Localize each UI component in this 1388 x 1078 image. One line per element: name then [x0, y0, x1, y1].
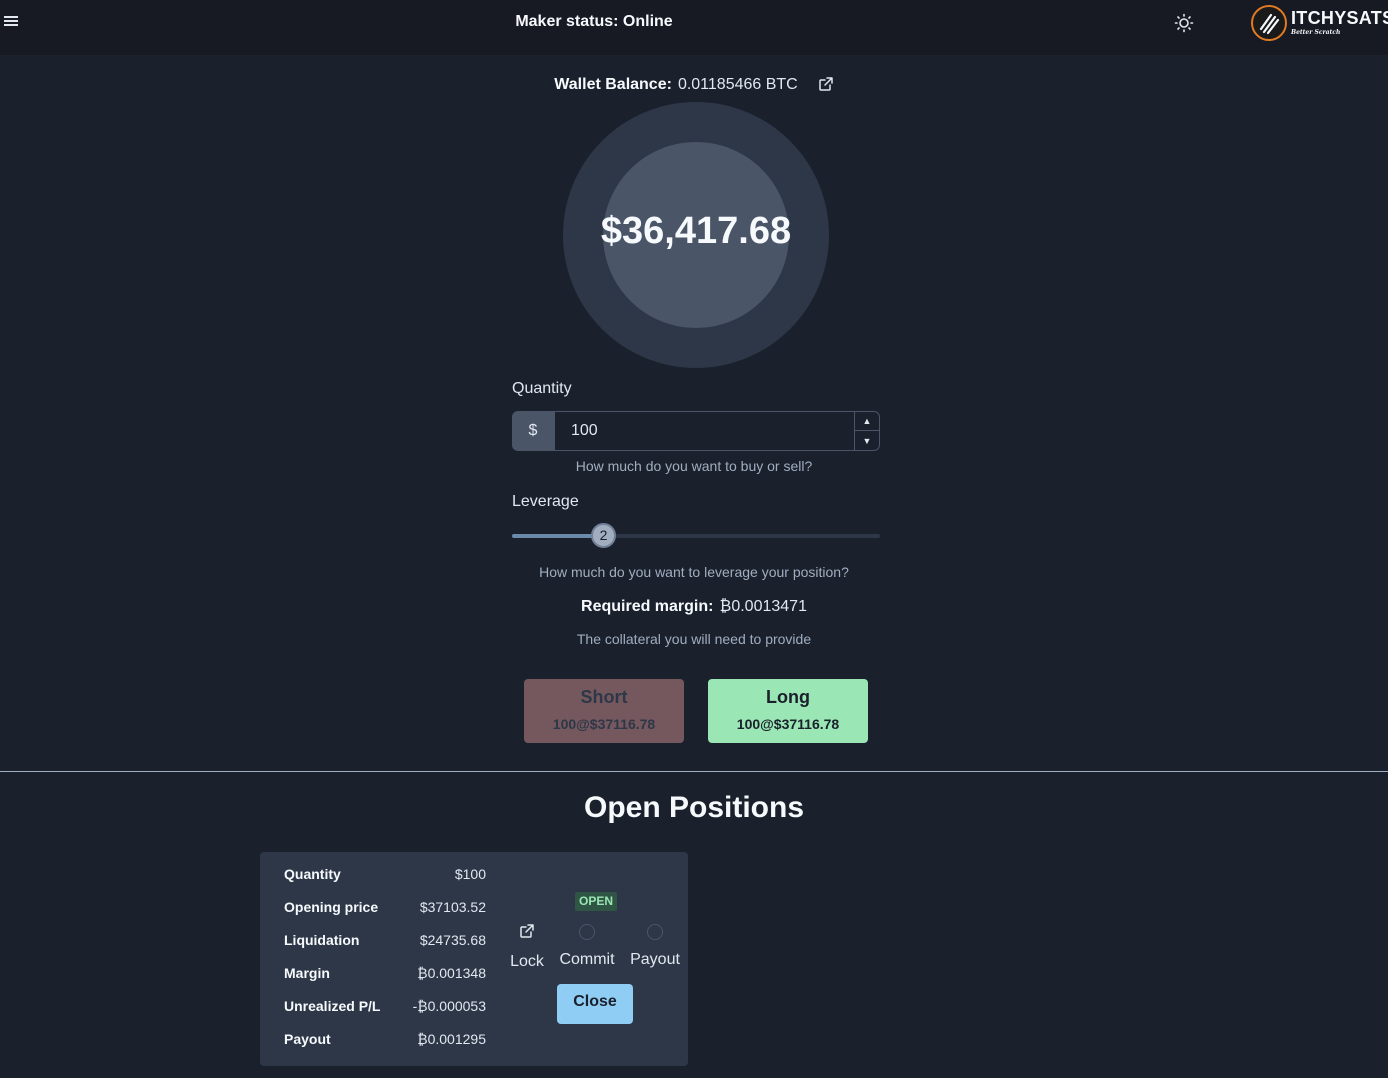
position-row-value: ₿0.001348: [417, 965, 486, 981]
section-divider: [0, 771, 1388, 772]
leverage-label: Leverage: [512, 493, 579, 510]
maker-status: Maker status: Online: [515, 13, 673, 30]
price-display: $36,417.68: [563, 102, 829, 368]
quantity-help: How much do you want to buy or sell?: [575, 458, 813, 474]
long-button-price: 100@$37116.78: [736, 716, 840, 732]
leverage-help: How much do you want to leverage your po…: [539, 564, 849, 580]
position-row-value: $37103.52: [419, 899, 486, 915]
leverage-slider-thumb[interactable]: 2: [591, 523, 616, 548]
required-margin-label: Required margin:: [581, 598, 714, 615]
leverage-slider[interactable]: [512, 534, 880, 538]
margin-help: The collateral you will need to provide: [576, 631, 812, 647]
sun-icon[interactable]: [1174, 13, 1194, 33]
position-row-value: $24735.68: [419, 932, 486, 948]
short-button[interactable]: Short 100@$37116.78: [524, 679, 684, 743]
position-row-key: Quantity: [284, 866, 341, 882]
decrement-icon[interactable]: ▼: [855, 431, 879, 450]
status-badge: OPEN: [575, 892, 618, 911]
required-margin: Required margin: ₿0.0013471: [0, 598, 1388, 616]
increment-icon[interactable]: ▲: [855, 412, 879, 431]
external-link-icon[interactable]: [818, 76, 834, 92]
current-price: $36,417.68: [600, 210, 792, 252]
required-margin-value: ₿0.0013471: [719, 598, 807, 615]
position-row-key: Opening price: [284, 899, 379, 915]
position-row-value: $100: [454, 866, 486, 882]
wallet-balance-value: 0.01185466 BTC: [677, 76, 798, 93]
external-link-icon[interactable]: [519, 923, 535, 939]
quantity-input-group: $ ▲ ▼: [512, 411, 880, 451]
step-commit-label: Commit: [559, 951, 615, 968]
position-row-key: Unrealized P/L: [284, 998, 381, 1014]
open-positions-heading: Open Positions: [583, 791, 805, 824]
position-row-key: Margin: [284, 965, 330, 981]
logo-mark-icon: [1251, 5, 1287, 41]
position-row-key: Payout: [284, 1031, 331, 1047]
quantity-label: Quantity: [512, 380, 572, 397]
short-button-label: Short: [580, 687, 628, 707]
itchysats-logo: ITCHYSATS Better Scratch: [1251, 4, 1388, 42]
close-position-button[interactable]: Close: [557, 984, 633, 1024]
position-card: Quantity $100 Opening price $37103.52 Li…: [260, 852, 688, 1066]
step-payout-label: Payout: [630, 951, 680, 968]
top-navbar: Maker status: Online ITCHYSATS Better Sc…: [0, 0, 1388, 55]
short-button-price: 100@$37116.78: [552, 716, 656, 732]
logo-tagline: Better Scratch: [1291, 29, 1341, 36]
wallet-balance-label: Wallet Balance:: [554, 76, 672, 93]
payout-step-indicator: [647, 924, 663, 940]
position-row-value: -₿0.000053: [412, 998, 486, 1014]
wallet-balance: Wallet Balance: 0.01185466 BTC: [0, 76, 1388, 94]
quantity-stepper: ▲ ▼: [854, 412, 879, 450]
commit-step-indicator: [579, 924, 595, 940]
long-button[interactable]: Long 100@$37116.78: [708, 679, 868, 743]
position-row-value: ₿0.001295: [417, 1031, 486, 1047]
quantity-input[interactable]: [554, 411, 880, 451]
logo-text: ITCHYSATS: [1291, 8, 1388, 28]
step-lock-label: Lock: [510, 953, 544, 970]
currency-addon: $: [512, 411, 554, 451]
position-row-key: Liquidation: [284, 932, 360, 948]
long-button-label: Long: [766, 687, 810, 707]
